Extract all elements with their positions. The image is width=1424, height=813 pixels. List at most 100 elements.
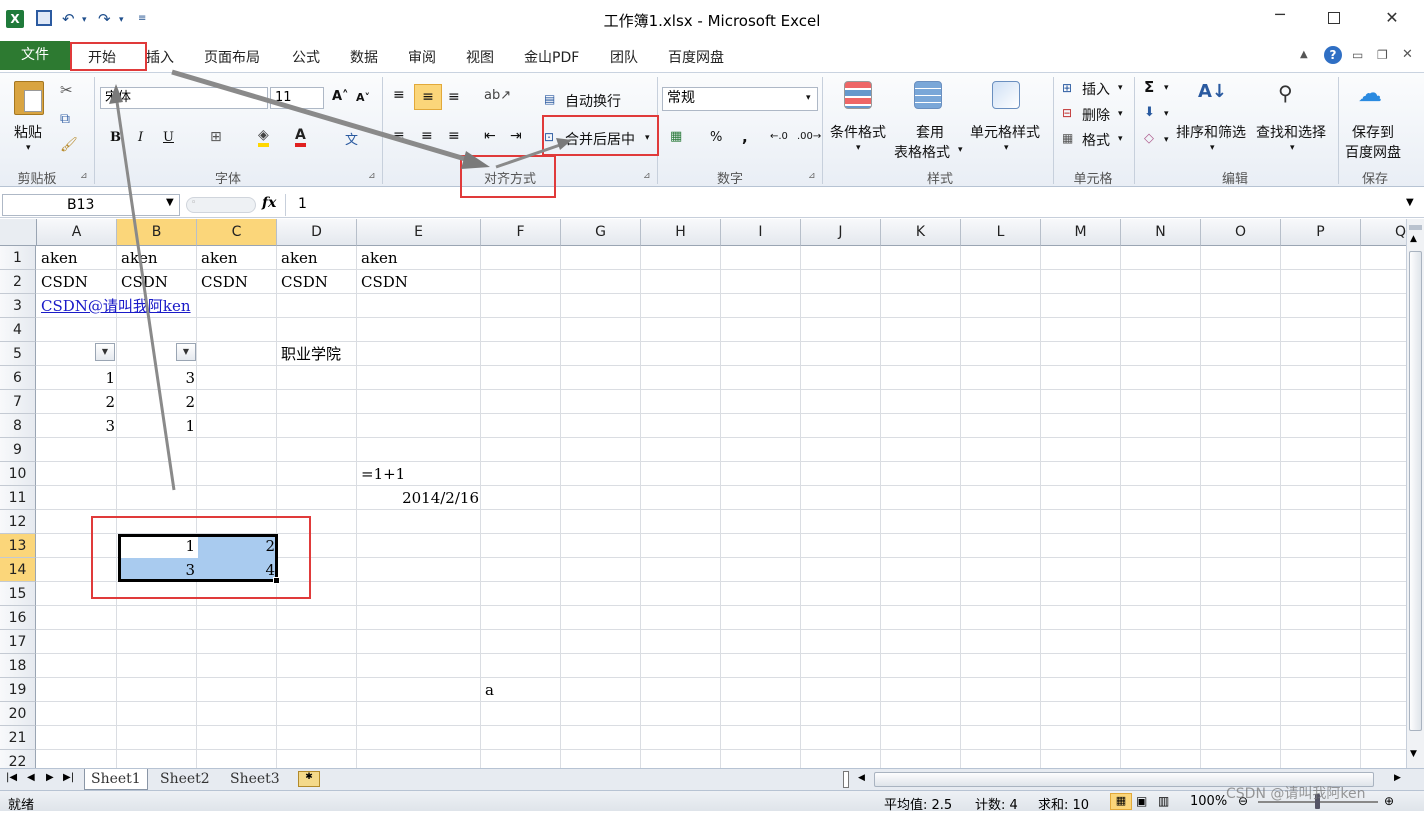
conditional-format-icon[interactable]	[844, 81, 872, 109]
insert-function-icon[interactable]: fx	[262, 195, 276, 211]
close-workbook-icon[interactable]: ✕	[1402, 47, 1413, 62]
cell-styles-dropdown-icon[interactable]: ▾	[1004, 143, 1009, 153]
row-header-17[interactable]: 17	[0, 630, 36, 654]
expand-formula-icon[interactable]: ▼	[1406, 197, 1414, 208]
insert-dropdown-icon[interactable]: ▾	[1118, 83, 1123, 93]
orientation-icon[interactable]: ab↗	[484, 88, 511, 103]
row-header-19[interactable]: 19	[0, 678, 36, 702]
filter-dropdown-a[interactable]: ▼	[95, 343, 115, 361]
insert-sheet-icon[interactable]: ✱	[298, 771, 320, 787]
cell-b1[interactable]: aken	[118, 246, 161, 270]
conditional-format-button[interactable]: 条件格式	[830, 122, 886, 142]
column-header-p[interactable]: P	[1281, 219, 1361, 246]
clear-dropdown-icon[interactable]: ▾	[1164, 135, 1169, 145]
cell-e10[interactable]: =1+1	[358, 462, 408, 486]
formula-resize-handle[interactable]: ◦	[186, 197, 256, 213]
format-cells-button[interactable]: 格式	[1082, 130, 1110, 150]
italic-button[interactable]: I	[138, 130, 143, 145]
maximize-icon[interactable]	[1316, 8, 1352, 30]
scroll-down-icon[interactable]: ▼	[1410, 749, 1417, 759]
cell-e2[interactable]: CSDN	[358, 270, 411, 294]
row-header-14[interactable]: 14	[0, 558, 36, 582]
row-header-11[interactable]: 11	[0, 486, 36, 510]
last-sheet-icon[interactable]: ▶|	[63, 772, 74, 783]
column-header-k[interactable]: K	[881, 219, 961, 246]
paste-icon[interactable]	[14, 81, 44, 115]
autosum-dropdown-icon[interactable]: ▾	[1164, 83, 1169, 93]
column-header-d[interactable]: D	[277, 219, 357, 246]
hyperlink-cell-a3[interactable]: CSDN@请叫我阿ken	[38, 294, 194, 318]
column-header-q[interactable]: Q	[1361, 219, 1406, 246]
format-as-table-dropdown-icon[interactable]: ▾	[958, 145, 963, 155]
scroll-thumb[interactable]	[1409, 251, 1422, 731]
tab-insert[interactable]: 插入	[146, 47, 174, 67]
row-header-4[interactable]: 4	[0, 318, 36, 342]
number-format-select[interactable]: 常规	[662, 87, 818, 111]
cell-a2[interactable]: CSDN	[38, 270, 91, 294]
next-sheet-icon[interactable]: ▶	[46, 772, 54, 783]
row-header-22[interactable]: 22	[0, 750, 36, 768]
paste-button[interactable]: 粘贴	[14, 122, 42, 142]
column-header-e[interactable]: E	[357, 219, 481, 246]
align-middle-icon[interactable]: ≡	[414, 84, 442, 110]
cell-c1[interactable]: aken	[198, 246, 241, 270]
format-dropdown-icon[interactable]: ▾	[1118, 134, 1123, 144]
tab-split-handle[interactable]	[843, 771, 849, 788]
font-color-icon[interactable]: A	[295, 127, 306, 147]
insert-cells-icon[interactable]: ⊞	[1062, 81, 1072, 95]
tab-view[interactable]: 视图	[466, 47, 494, 67]
save-to-baidu-line2[interactable]: 百度网盘	[1345, 142, 1401, 162]
align-top-icon[interactable]: ≡	[393, 87, 405, 103]
sort-filter-button[interactable]: 排序和筛选	[1176, 122, 1246, 142]
filter-dropdown-b[interactable]: ▼	[176, 343, 196, 361]
shrink-font-icon[interactable]: A˅	[356, 91, 370, 104]
minimize-workbook-icon[interactable]: ▭	[1352, 48, 1363, 62]
insert-cells-button[interactable]: 插入	[1082, 79, 1110, 99]
number-launcher-icon[interactable]: ⊿	[808, 171, 816, 181]
vertical-scrollbar[interactable]: ▲ ▼	[1406, 219, 1424, 768]
column-header-h[interactable]: H	[641, 219, 721, 246]
row-header-20[interactable]: 20	[0, 702, 36, 726]
align-right-icon[interactable]: ≡	[448, 128, 460, 144]
decrease-indent-icon[interactable]: ⇤	[484, 128, 496, 144]
row-header-12[interactable]: 12	[0, 510, 36, 534]
column-header-i[interactable]: I	[721, 219, 801, 246]
hscroll-right-icon[interactable]: ▶	[1394, 773, 1401, 783]
file-tab[interactable]: 文件	[0, 41, 70, 70]
format-as-table-icon[interactable]	[914, 81, 942, 109]
cell-d1[interactable]: aken	[278, 246, 321, 270]
font-name-select[interactable]: 宋体	[100, 87, 268, 109]
format-painter-icon[interactable]: 🖌	[60, 137, 78, 153]
phonetic-icon[interactable]: 文	[345, 129, 358, 148]
number-format-dropdown-icon[interactable]: ▾	[806, 93, 811, 103]
tab-kingsoft-pdf[interactable]: 金山PDF	[524, 47, 579, 67]
help-icon[interactable]: ?	[1324, 46, 1342, 64]
delete-cells-button[interactable]: 删除	[1082, 105, 1110, 125]
increase-decimal-icon[interactable]: ←.0	[770, 131, 788, 142]
row-header-6[interactable]: 6	[0, 366, 36, 390]
cell-styles-button[interactable]: 单元格样式	[970, 122, 1040, 142]
autosum-icon[interactable]: Σ	[1144, 78, 1154, 96]
find-select-dropdown-icon[interactable]: ▾	[1290, 143, 1295, 153]
delete-cells-icon[interactable]: ⊟	[1062, 106, 1072, 120]
formula-input[interactable]: 1	[298, 196, 307, 212]
tab-baidu-netdisk[interactable]: 百度网盘	[668, 47, 724, 67]
cell-e1[interactable]: aken	[358, 246, 401, 270]
zoom-level[interactable]: 100%	[1190, 794, 1227, 809]
row-header-15[interactable]: 15	[0, 582, 36, 606]
find-select-button[interactable]: 查找和选择	[1256, 122, 1326, 142]
conditional-format-dropdown-icon[interactable]: ▾	[856, 143, 861, 153]
increase-indent-icon[interactable]: ⇥	[510, 128, 522, 144]
column-header-m[interactable]: M	[1041, 219, 1121, 246]
font-launcher-icon[interactable]: ⊿	[368, 171, 376, 181]
cell-f19[interactable]: a	[482, 678, 497, 702]
delete-dropdown-icon[interactable]: ▾	[1118, 109, 1123, 119]
row-header-10[interactable]: 10	[0, 462, 36, 486]
underline-button[interactable]: U	[163, 130, 174, 145]
zoom-in-icon[interactable]: ⊕	[1384, 794, 1394, 808]
comma-button[interactable]: ,	[742, 128, 748, 146]
cell-a1[interactable]: aken	[38, 246, 81, 270]
cell-b6[interactable]: 3	[118, 366, 198, 390]
cell-b8[interactable]: 1	[118, 414, 198, 438]
tab-review[interactable]: 审阅	[408, 47, 436, 67]
